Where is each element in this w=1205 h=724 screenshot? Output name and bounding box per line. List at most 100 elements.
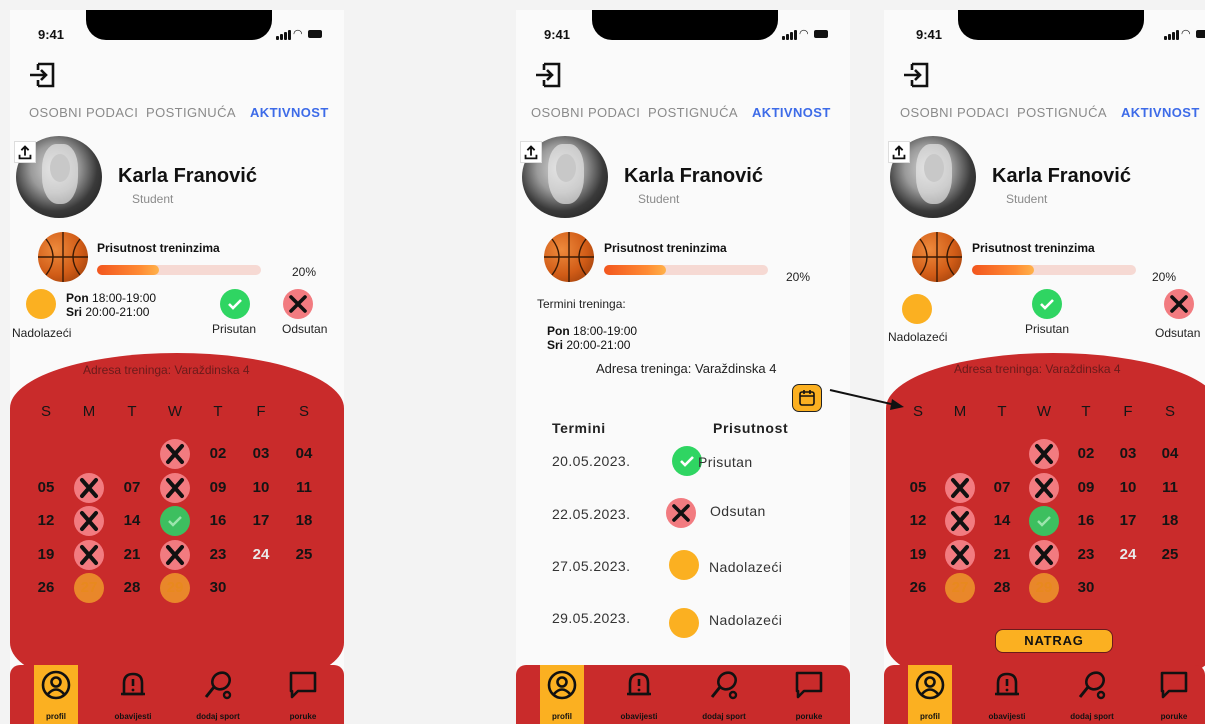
calendar-day[interactable]: 21 <box>117 546 147 563</box>
calendar-day[interactable]: 09 <box>203 479 233 496</box>
calendar-day[interactable]: 02 <box>203 445 233 462</box>
nav-messages[interactable]: poruke <box>281 665 325 724</box>
upload-icon[interactable] <box>888 141 910 163</box>
legend-upcoming: Nadolazeći <box>12 326 72 340</box>
calendar-day[interactable]: 23 <box>203 546 233 563</box>
absent-x-icon <box>283 289 313 319</box>
tab-achievements[interactable]: POSTIGNUĆA <box>1017 105 1107 120</box>
nav-notifications[interactable]: obavijesti <box>985 665 1029 724</box>
calendar-day[interactable]: 26 <box>31 579 61 596</box>
tab-personal[interactable]: OSOBNI PODACI <box>900 105 1009 120</box>
logout-icon[interactable] <box>902 60 932 90</box>
session-date: 22.05.2023. <box>552 506 631 522</box>
upload-icon[interactable] <box>520 141 542 163</box>
calendar-day[interactable]: 30 <box>203 579 233 596</box>
calendar-day[interactable]: 02 <box>1071 445 1101 462</box>
calendar-day[interactable]: 24 <box>246 546 276 563</box>
calendar-day[interactable]: 07 <box>987 479 1017 496</box>
calendar-day[interactable]: 05 <box>31 479 61 496</box>
calendar-day[interactable]: 09 <box>1071 479 1101 496</box>
calendar-day[interactable]: 26 <box>903 579 933 596</box>
logout-icon[interactable] <box>28 60 58 90</box>
nav-profile[interactable]: profil <box>34 665 78 724</box>
calendar-day[interactable]: 04 <box>1155 445 1185 462</box>
nav-messages[interactable]: poruke <box>787 665 831 724</box>
weekday-label: S <box>912 403 923 420</box>
calendar-day[interactable]: 14 <box>987 512 1017 529</box>
calendar-day[interactable]: 19 <box>903 546 933 563</box>
nav-notifications[interactable]: obavijesti <box>617 665 661 724</box>
nav-profile[interactable]: profil <box>540 665 584 724</box>
calendar-day[interactable]: 23 <box>1071 546 1101 563</box>
calendar-day[interactable]: 10 <box>1113 479 1143 496</box>
calendar-day[interactable]: 27 <box>74 579 104 596</box>
calendar-day[interactable]: 16 <box>1071 512 1101 529</box>
nav-label: obavijesti <box>988 712 1026 721</box>
calendar-day[interactable]: 11 <box>1155 479 1185 496</box>
calendar-day[interactable]: 18 <box>1155 512 1185 529</box>
calendar-day[interactable]: 07 <box>117 479 147 496</box>
nav-notifications[interactable]: obavijesti <box>111 665 155 724</box>
calendar-day[interactable]: 25 <box>289 546 319 563</box>
session-date: 27.05.2023. <box>552 558 631 574</box>
calendar-day[interactable]: 21 <box>987 546 1017 563</box>
profile-icon <box>41 670 71 700</box>
tab-activity[interactable]: AKTIVNOST <box>250 105 329 120</box>
calendar-day[interactable]: 05 <box>903 479 933 496</box>
absent-x-icon[interactable] <box>160 472 190 503</box>
calendar-day[interactable]: 25 <box>1155 546 1185 563</box>
nav-add-sport[interactable]: dodaj sport <box>196 665 240 724</box>
calendar-day[interactable]: 27 <box>945 579 975 596</box>
calendar-day[interactable]: 30 <box>1071 579 1101 596</box>
present-check-icon[interactable] <box>160 506 190 536</box>
calendar-day[interactable]: 12 <box>903 512 933 529</box>
calendar-day[interactable]: 04 <box>289 445 319 462</box>
calendar-day[interactable]: 12 <box>31 512 61 529</box>
absent-x-icon[interactable] <box>1029 439 1059 469</box>
calendar-day[interactable]: 18 <box>289 512 319 529</box>
nav-profile[interactable]: profil <box>908 665 952 724</box>
weekday-label: S <box>298 403 309 420</box>
calendar-day[interactable]: 11 <box>289 479 319 496</box>
calendar-day[interactable]: 03 <box>1113 445 1143 462</box>
absent-x-icon[interactable] <box>945 506 975 536</box>
calendar-day[interactable]: 16 <box>203 512 233 529</box>
nav-add-sport[interactable]: dodaj sport <box>702 665 746 724</box>
absent-x-icon[interactable] <box>1029 472 1059 503</box>
calendar-day[interactable]: 29 <box>160 579 190 596</box>
absent-x-icon[interactable] <box>160 439 190 469</box>
nav-add-sport[interactable]: dodaj sport <box>1070 665 1114 724</box>
logout-icon[interactable] <box>534 60 564 90</box>
absent-x-icon[interactable] <box>74 539 104 570</box>
absent-x-icon[interactable] <box>160 539 190 570</box>
calendar-day[interactable]: 03 <box>246 445 276 462</box>
absent-x-icon[interactable] <box>74 506 104 536</box>
calendar-day[interactable]: 29 <box>1029 579 1059 596</box>
absent-x-icon[interactable] <box>74 472 104 503</box>
tab-personal[interactable]: OSOBNI PODACI <box>29 105 138 120</box>
calendar-day[interactable]: 17 <box>1113 512 1143 529</box>
absent-x-icon[interactable] <box>945 539 975 570</box>
tab-achievements[interactable]: POSTIGNUĆA <box>648 105 738 120</box>
tab-activity[interactable]: AKTIVNOST <box>752 105 831 120</box>
calendar-day[interactable]: 28 <box>117 579 147 596</box>
absent-x-icon[interactable] <box>945 472 975 503</box>
tab-activity[interactable]: AKTIVNOST <box>1121 105 1200 120</box>
attendance-title: Prisutnost treninzima <box>604 241 727 255</box>
calendar-day[interactable]: 14 <box>117 512 147 529</box>
calendar-day[interactable]: 28 <box>987 579 1017 596</box>
calendar-view-button[interactable] <box>792 384 822 412</box>
calendar-day[interactable]: 17 <box>246 512 276 529</box>
tab-achievements[interactable]: POSTIGNUĆA <box>146 105 236 120</box>
screen-activity-calendar-back: 9:41 ◠ OSOBNI PODACI POSTIGNUĆA AKTIVNOS… <box>884 10 1205 724</box>
absent-x-icon[interactable] <box>1029 539 1059 570</box>
calendar-day[interactable]: 10 <box>246 479 276 496</box>
nav-messages[interactable]: poruke <box>1152 665 1196 724</box>
tab-personal[interactable]: OSOBNI PODACI <box>531 105 640 120</box>
back-button[interactable]: NATRAG <box>995 629 1113 653</box>
present-check-icon[interactable] <box>1029 506 1059 536</box>
calendar-day[interactable]: 24 <box>1113 546 1143 563</box>
calendar-day[interactable]: 19 <box>31 546 61 563</box>
upload-icon[interactable] <box>14 141 36 163</box>
message-icon <box>289 671 317 699</box>
